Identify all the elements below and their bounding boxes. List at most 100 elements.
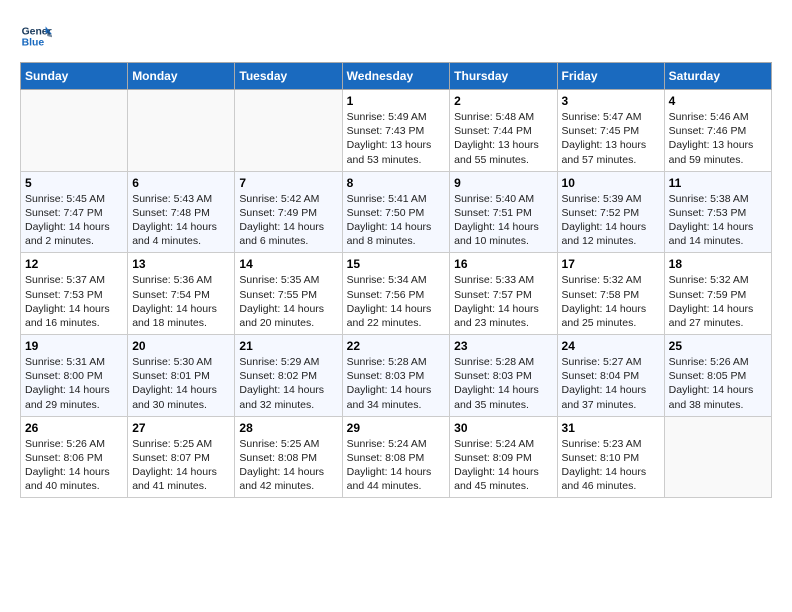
calendar-cell: 1 Sunrise: 5:49 AM Sunset: 7:43 PM Daylig…: [342, 90, 450, 172]
day-content: Sunrise: 5:36 AM Sunset: 7:54 PM Dayligh…: [132, 273, 230, 330]
day-content: Sunrise: 5:39 AM Sunset: 7:52 PM Dayligh…: [562, 192, 660, 249]
day-number: 26: [25, 421, 123, 435]
calendar-header-row: SundayMondayTuesdayWednesdayThursdayFrid…: [21, 63, 772, 90]
day-content: Sunrise: 5:42 AM Sunset: 7:49 PM Dayligh…: [239, 192, 337, 249]
day-number: 6: [132, 176, 230, 190]
day-number: 25: [669, 339, 767, 353]
day-content: Sunrise: 5:41 AM Sunset: 7:50 PM Dayligh…: [347, 192, 446, 249]
calendar-cell: 29 Sunrise: 5:24 AM Sunset: 8:08 PM Dayli…: [342, 416, 450, 498]
calendar-cell: 12 Sunrise: 5:37 AM Sunset: 7:53 PM Dayli…: [21, 253, 128, 335]
calendar-cell: 22 Sunrise: 5:28 AM Sunset: 8:03 PM Dayli…: [342, 335, 450, 417]
calendar-cell: 9 Sunrise: 5:40 AM Sunset: 7:51 PM Daylig…: [450, 171, 557, 253]
day-content: Sunrise: 5:23 AM Sunset: 8:10 PM Dayligh…: [562, 437, 660, 494]
calendar-cell: 6 Sunrise: 5:43 AM Sunset: 7:48 PM Daylig…: [128, 171, 235, 253]
calendar-cell: 2 Sunrise: 5:48 AM Sunset: 7:44 PM Daylig…: [450, 90, 557, 172]
calendar-cell: 27 Sunrise: 5:25 AM Sunset: 8:07 PM Dayli…: [128, 416, 235, 498]
day-content: Sunrise: 5:26 AM Sunset: 8:06 PM Dayligh…: [25, 437, 123, 494]
day-number: 18: [669, 257, 767, 271]
day-content: Sunrise: 5:25 AM Sunset: 8:08 PM Dayligh…: [239, 437, 337, 494]
day-content: Sunrise: 5:24 AM Sunset: 8:08 PM Dayligh…: [347, 437, 446, 494]
day-number: 21: [239, 339, 337, 353]
day-number: 27: [132, 421, 230, 435]
calendar-cell: 26 Sunrise: 5:26 AM Sunset: 8:06 PM Dayli…: [21, 416, 128, 498]
day-number: 31: [562, 421, 660, 435]
calendar-week-2: 5Sunrise: 5:45 AM Sunset: 7:47 PM Daylig…: [21, 171, 772, 253]
calendar-cell: [235, 90, 342, 172]
calendar-cell: 10 Sunrise: 5:39 AM Sunset: 7:52 PM Dayli…: [557, 171, 664, 253]
day-content: Sunrise: 5:34 AM Sunset: 7:56 PM Dayligh…: [347, 273, 446, 330]
day-header-tuesday: Tuesday: [235, 63, 342, 90]
calendar-week-1: 1 Sunrise: 5:49 AM Sunset: 7:43 PM Daylig…: [21, 90, 772, 172]
day-header-monday: Monday: [128, 63, 235, 90]
day-number: 23: [454, 339, 552, 353]
day-number: 14: [239, 257, 337, 271]
day-content: Sunrise: 5:40 AM Sunset: 7:51 PM Dayligh…: [454, 192, 552, 249]
day-number: 4: [669, 94, 767, 108]
day-content: Sunrise: 5:48 AM Sunset: 7:44 PM Dayligh…: [454, 110, 552, 167]
calendar-cell: 7 Sunrise: 5:42 AM Sunset: 7:49 PM Daylig…: [235, 171, 342, 253]
calendar-cell: 28 Sunrise: 5:25 AM Sunset: 8:08 PM Dayli…: [235, 416, 342, 498]
calendar-cell: 13 Sunrise: 5:36 AM Sunset: 7:54 PM Dayli…: [128, 253, 235, 335]
day-number: 2: [454, 94, 552, 108]
day-number: 20: [132, 339, 230, 353]
day-number: 10: [562, 176, 660, 190]
day-content: Sunrise: 5:32 AM Sunset: 7:58 PM Dayligh…: [562, 273, 660, 330]
day-number: 16: [454, 257, 552, 271]
day-content: Sunrise: 5:47 AM Sunset: 7:45 PM Dayligh…: [562, 110, 660, 167]
calendar-cell: 3 Sunrise: 5:47 AM Sunset: 7:45 PM Daylig…: [557, 90, 664, 172]
day-content: Sunrise: 5:49 AM Sunset: 7:43 PM Dayligh…: [347, 110, 446, 167]
day-number: 22: [347, 339, 446, 353]
calendar-cell: 19 Sunrise: 5:31 AM Sunset: 8:00 PM Dayli…: [21, 335, 128, 417]
calendar-cell: [21, 90, 128, 172]
day-content: Sunrise: 5:38 AM Sunset: 7:53 PM Dayligh…: [669, 192, 767, 249]
calendar-week-5: 26 Sunrise: 5:26 AM Sunset: 8:06 PM Dayli…: [21, 416, 772, 498]
day-content: Sunrise: 5:26 AM Sunset: 8:05 PM Dayligh…: [669, 355, 767, 412]
calendar-cell: 5Sunrise: 5:45 AM Sunset: 7:47 PM Daylig…: [21, 171, 128, 253]
day-number: 9: [454, 176, 552, 190]
day-number: 28: [239, 421, 337, 435]
day-content: Sunrise: 5:29 AM Sunset: 8:02 PM Dayligh…: [239, 355, 337, 412]
day-header-saturday: Saturday: [664, 63, 771, 90]
day-content: Sunrise: 5:28 AM Sunset: 8:03 PM Dayligh…: [347, 355, 446, 412]
calendar-cell: 4 Sunrise: 5:46 AM Sunset: 7:46 PM Daylig…: [664, 90, 771, 172]
day-content: Sunrise: 5:46 AM Sunset: 7:46 PM Dayligh…: [669, 110, 767, 167]
day-content: Sunrise: 5:37 AM Sunset: 7:53 PM Dayligh…: [25, 273, 123, 330]
day-header-thursday: Thursday: [450, 63, 557, 90]
day-number: 12: [25, 257, 123, 271]
calendar-week-3: 12 Sunrise: 5:37 AM Sunset: 7:53 PM Dayli…: [21, 253, 772, 335]
day-content: Sunrise: 5:28 AM Sunset: 8:03 PM Dayligh…: [454, 355, 552, 412]
calendar-week-4: 19 Sunrise: 5:31 AM Sunset: 8:00 PM Dayli…: [21, 335, 772, 417]
day-number: 7: [239, 176, 337, 190]
calendar-cell: 16 Sunrise: 5:33 AM Sunset: 7:57 PM Dayli…: [450, 253, 557, 335]
day-number: 30: [454, 421, 552, 435]
day-number: 3: [562, 94, 660, 108]
calendar-cell: 14Sunrise: 5:35 AM Sunset: 7:55 PM Dayli…: [235, 253, 342, 335]
day-number: 1: [347, 94, 446, 108]
day-number: 19: [25, 339, 123, 353]
calendar-cell: 21 Sunrise: 5:29 AM Sunset: 8:02 PM Dayli…: [235, 335, 342, 417]
calendar-cell: 23 Sunrise: 5:28 AM Sunset: 8:03 PM Dayli…: [450, 335, 557, 417]
day-content: Sunrise: 5:31 AM Sunset: 8:00 PM Dayligh…: [25, 355, 123, 412]
logo: General Blue: [20, 20, 56, 52]
calendar-cell: 30Sunrise: 5:24 AM Sunset: 8:09 PM Dayli…: [450, 416, 557, 498]
day-content: Sunrise: 5:25 AM Sunset: 8:07 PM Dayligh…: [132, 437, 230, 494]
day-header-sunday: Sunday: [21, 63, 128, 90]
day-header-friday: Friday: [557, 63, 664, 90]
day-number: 17: [562, 257, 660, 271]
page-header: General Blue: [20, 20, 772, 52]
day-content: Sunrise: 5:33 AM Sunset: 7:57 PM Dayligh…: [454, 273, 552, 330]
calendar-cell: 31 Sunrise: 5:23 AM Sunset: 8:10 PM Dayli…: [557, 416, 664, 498]
calendar-cell: 24Sunrise: 5:27 AM Sunset: 8:04 PM Dayli…: [557, 335, 664, 417]
day-number: 5: [25, 176, 123, 190]
day-number: 29: [347, 421, 446, 435]
day-number: 13: [132, 257, 230, 271]
svg-text:Blue: Blue: [22, 38, 45, 49]
day-content: Sunrise: 5:27 AM Sunset: 8:04 PM Dayligh…: [562, 355, 660, 412]
calendar-cell: 25 Sunrise: 5:26 AM Sunset: 8:05 PM Dayli…: [664, 335, 771, 417]
calendar-cell: 11 Sunrise: 5:38 AM Sunset: 7:53 PM Dayli…: [664, 171, 771, 253]
day-content: Sunrise: 5:43 AM Sunset: 7:48 PM Dayligh…: [132, 192, 230, 249]
calendar-table: SundayMondayTuesdayWednesdayThursdayFrid…: [20, 62, 772, 498]
day-number: 11: [669, 176, 767, 190]
calendar-cell: 15Sunrise: 5:34 AM Sunset: 7:56 PM Dayli…: [342, 253, 450, 335]
day-content: Sunrise: 5:30 AM Sunset: 8:01 PM Dayligh…: [132, 355, 230, 412]
